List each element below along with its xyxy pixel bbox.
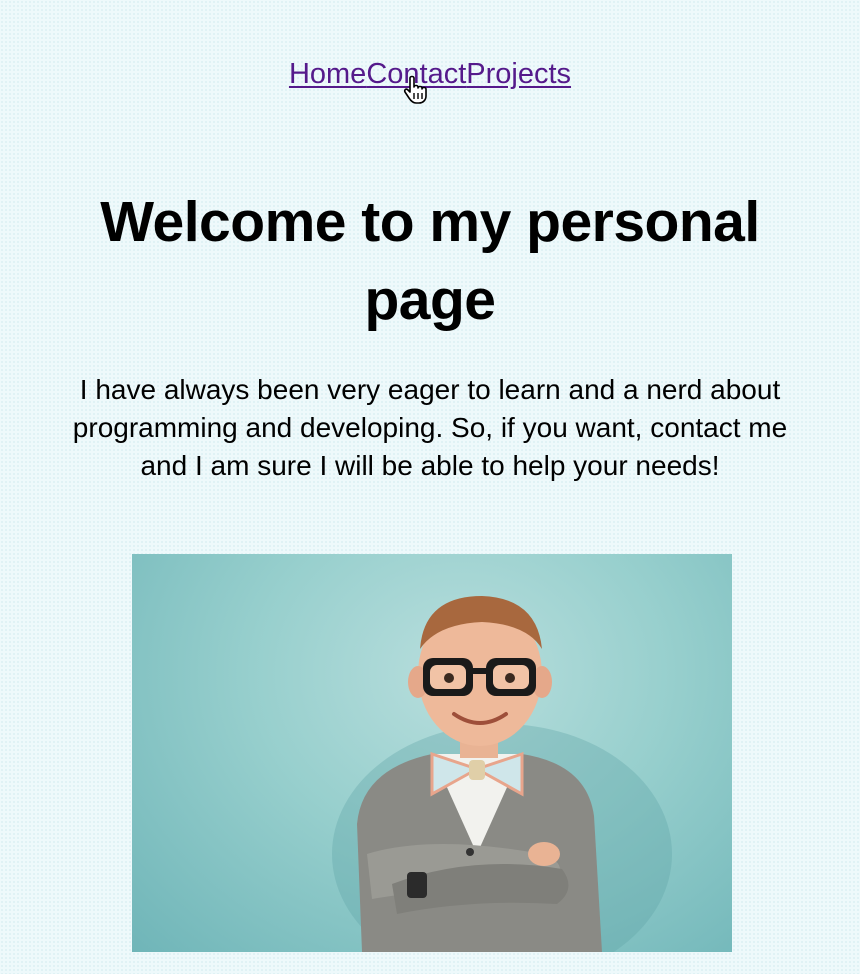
intro-text: I have always been very eager to learn a… [72,374,788,481]
nav-link-home[interactable]: Home [289,58,366,90]
boy-illustration [332,596,672,952]
page-title: Welcome to my personal page [100,190,760,332]
hand-pointer-icon [403,75,427,104]
profile-photo [132,554,732,952]
nav-link-projects[interactable]: Projects [466,58,571,90]
